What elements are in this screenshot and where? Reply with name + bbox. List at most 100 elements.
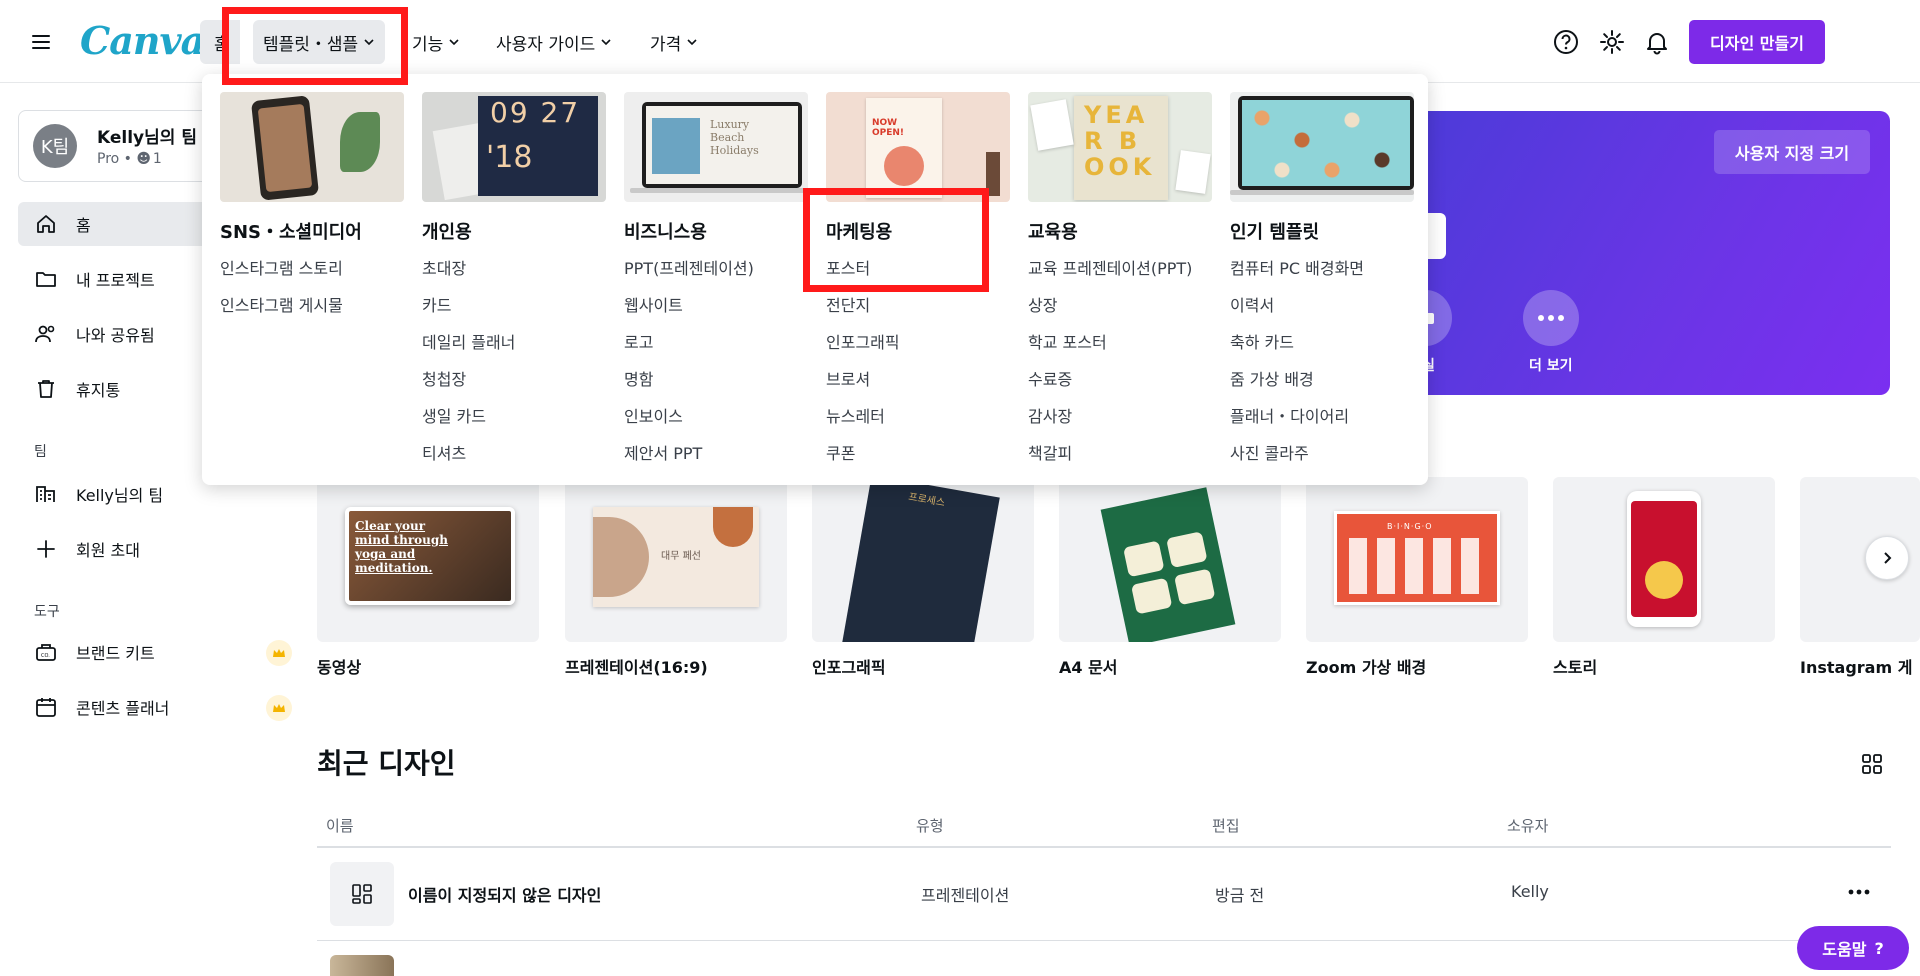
template-label[interactable]: Zoom 가상 배경 — [1306, 654, 1426, 678]
dropdown-link[interactable]: 인보이스 — [624, 398, 808, 435]
dropdown-link[interactable]: 축하 카드 — [1230, 324, 1414, 361]
team-building-icon — [36, 486, 55, 502]
template-card-video[interactable]: Clear your mind through yoga and meditat… — [317, 477, 539, 642]
template-card-zoom-bg[interactable]: B·I·N·G·O — [1306, 477, 1528, 642]
grid-view-icon[interactable] — [1860, 752, 1884, 776]
dropdown-link[interactable]: 웹사이트 — [624, 287, 808, 324]
sidebar-item-label: 나와 공유됨 — [76, 326, 155, 345]
column-header-edited[interactable]: 편집 — [1212, 815, 1240, 836]
help-button[interactable]: 도움말 ? — [1797, 926, 1909, 970]
dropdown-heading[interactable]: 교육용 — [1028, 218, 1212, 244]
dropdown-link[interactable]: 초대장 — [422, 250, 606, 287]
template-card-infographic[interactable]: 프로세스 — [812, 477, 1034, 642]
dropdown-link[interactable]: 포스터 — [826, 250, 1010, 287]
dropdown-link[interactable]: 컴퓨터 PC 배경화면 — [1230, 250, 1414, 287]
template-label[interactable]: 프레젠테이션(16:9) — [565, 654, 708, 678]
column-header-type[interactable]: 유형 — [916, 815, 944, 836]
template-thumbnail-text: 프로세스 — [907, 491, 946, 510]
dropdown-heading[interactable]: 인기 템플릿 — [1230, 218, 1414, 244]
custom-size-button[interactable]: 사용자 지정 크기 — [1714, 130, 1870, 174]
dropdown-link[interactable]: 생일 카드 — [422, 398, 606, 435]
template-label[interactable]: 인포그래픽 — [812, 654, 886, 678]
template-label[interactable]: A4 문서 — [1059, 654, 1118, 678]
column-header-owner[interactable]: 소유자 — [1507, 815, 1548, 836]
dropdown-link[interactable]: 교육 프레젠테이션(PPT) — [1028, 250, 1212, 287]
dropdown-heading[interactable]: 개인용 — [422, 218, 606, 244]
template-card-story[interactable] — [1553, 477, 1775, 642]
dropdown-link[interactable]: 제안서 PPT — [624, 435, 808, 472]
help-icon[interactable] — [1552, 28, 1580, 56]
hamburger-menu-icon[interactable] — [29, 30, 53, 54]
dropdown-link[interactable]: 수료증 — [1028, 361, 1212, 398]
help-button-label: 도움말 — [1822, 940, 1867, 959]
dropdown-heading[interactable]: 비즈니스용 — [624, 218, 808, 244]
nav-pricing[interactable]: 가격 — [640, 20, 707, 64]
design-thumbnail[interactable] — [330, 955, 394, 976]
dropdown-link[interactable]: 감사장 — [1028, 398, 1212, 435]
category-thumbnail-marketing[interactable]: NOW OPEN! — [826, 92, 1010, 202]
dropdown-heading[interactable]: SNS・소셜미디어 — [220, 218, 404, 244]
design-edited: 방금 전 — [1215, 886, 1265, 905]
sidebar-item-invite[interactable]: 회원 초대 — [18, 527, 278, 571]
template-label[interactable]: 동영상 — [317, 654, 361, 678]
template-thumbnail — [1100, 487, 1236, 642]
thumbnail-text: 09 27 — [490, 96, 581, 129]
dropdown-link[interactable]: 로고 — [624, 324, 808, 361]
carousel-next-button[interactable] — [1865, 536, 1909, 580]
dropdown-heading[interactable]: 마케팅용 — [826, 218, 1010, 244]
dropdown-link[interactable]: 인스타그램 게시물 — [220, 287, 404, 324]
design-name[interactable]: 이름이 지정되지 않은 디자인 — [408, 882, 601, 906]
thumbnail-text: '18 — [486, 140, 533, 175]
dropdown-link[interactable]: 티셔츠 — [422, 435, 606, 472]
gear-icon[interactable] — [1598, 28, 1626, 56]
dropdown-link[interactable]: 줌 가상 배경 — [1230, 361, 1414, 398]
template-thumbnail — [1627, 491, 1701, 627]
dropdown-link[interactable]: 쿠폰 — [826, 435, 1010, 472]
category-thumbnail-sns[interactable] — [220, 92, 404, 202]
dropdown-link[interactable]: 이력서 — [1230, 287, 1414, 324]
dropdown-link[interactable]: 카드 — [422, 287, 606, 324]
dropdown-link[interactable]: 책갈피 — [1028, 435, 1212, 472]
category-thumbnail-personal[interactable]: 09 27 '18 — [422, 92, 606, 202]
category-thumbnail-education[interactable]: YEAR BOOK — [1028, 92, 1212, 202]
dropdown-link[interactable]: 청첩장 — [422, 361, 606, 398]
thumbnail-shape — [1645, 561, 1683, 599]
dropdown-link[interactable]: 전단지 — [826, 287, 1010, 324]
template-card-a4[interactable] — [1059, 477, 1281, 642]
template-card-presentation[interactable]: 대무 페선 — [565, 477, 787, 642]
canva-logo[interactable]: Canva — [80, 18, 205, 63]
sidebar-item-label: 휴지통 — [76, 381, 121, 400]
template-label[interactable]: Instagram 게 — [1800, 654, 1920, 678]
sidebar-item-content-planner[interactable]: 콘텐츠 플래너 — [18, 685, 278, 729]
home-icon — [37, 215, 55, 233]
nav-features[interactable]: 기능 — [402, 20, 469, 64]
nav-templates-samples[interactable]: 템플릿・샘플 — [253, 20, 385, 64]
dropdown-column-personal: 09 27 '18 개인용 초대장 카드 데일리 플래너 청첩장 생일 카드 티… — [422, 92, 606, 472]
create-design-button[interactable]: 디자인 만들기 — [1689, 20, 1825, 64]
row-more-button[interactable] — [1844, 880, 1874, 904]
category-thumbnail-popular[interactable] — [1230, 92, 1414, 202]
dropdown-link[interactable]: 인스타그램 스토리 — [220, 250, 404, 287]
sidebar-item-brand-kit[interactable]: CO. 브랜드 키트 — [18, 630, 278, 674]
category-thumbnail-business[interactable]: Luxury Beach Holidays — [624, 92, 808, 202]
dropdown-link[interactable]: 플래너・다이어리 — [1230, 398, 1414, 435]
dropdown-link[interactable]: 명함 — [624, 361, 808, 398]
nav-user-guide[interactable]: 사용자 가이드 — [486, 20, 621, 64]
column-header-name[interactable]: 이름 — [326, 815, 354, 836]
dropdown-link[interactable]: 데일리 플래너 — [422, 324, 606, 361]
dropdown-link[interactable]: 뉴스레터 — [826, 398, 1010, 435]
team-switcher-card[interactable]: K팀 Kelly님의 팀 Pro • ☻ 1 — [18, 110, 228, 182]
dropdown-column-business: Luxury Beach Holidays 비즈니스용 PPT(프레젠테이션) … — [624, 92, 808, 472]
dropdown-link[interactable]: 사진 콜라주 — [1230, 435, 1414, 472]
dropdown-link[interactable]: 브로셔 — [826, 361, 1010, 398]
dropdown-link[interactable]: 인포그래픽 — [826, 324, 1010, 361]
dropdown-link[interactable]: 상장 — [1028, 287, 1212, 324]
brand-kit-icon: CO. — [36, 644, 56, 661]
dropdown-link[interactable]: 학교 포스터 — [1028, 324, 1212, 361]
team-section-heading: 팀 — [34, 444, 47, 460]
nav-home-link[interactable]: 홈 — [214, 30, 230, 55]
bell-icon[interactable] — [1643, 28, 1671, 56]
dropdown-link[interactable]: PPT(프레젠테이션) — [624, 250, 808, 287]
more-options-button[interactable] — [1523, 290, 1579, 346]
template-label[interactable]: 스토리 — [1553, 654, 1597, 678]
